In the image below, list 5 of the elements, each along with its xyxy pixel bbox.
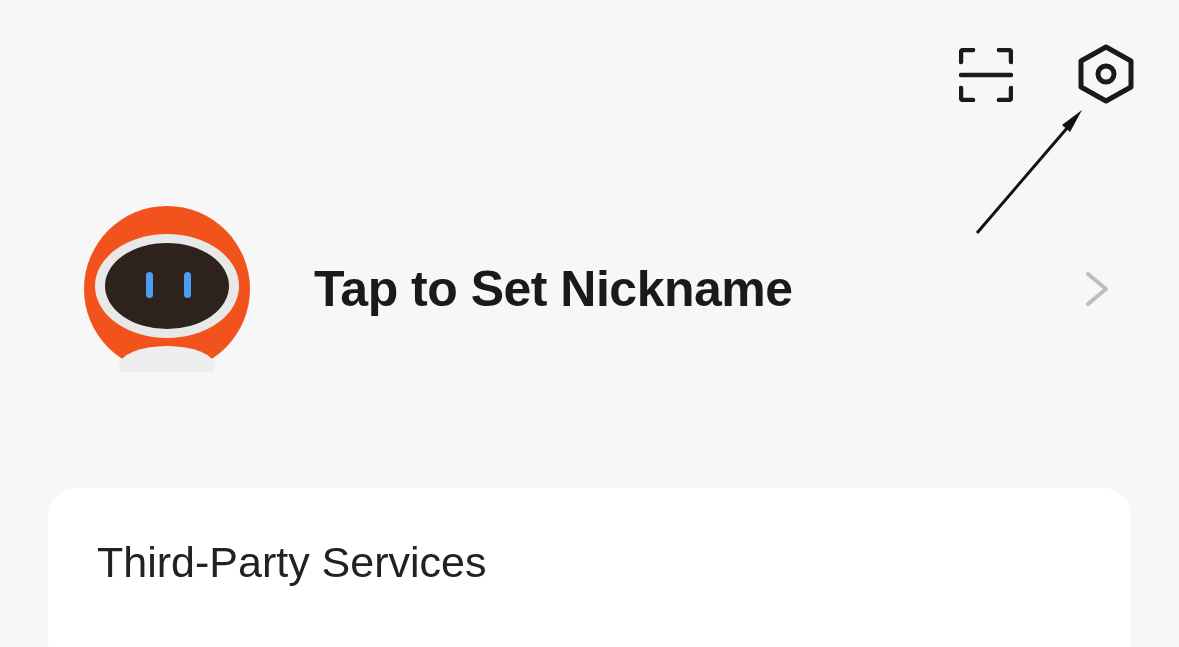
section-title[interactable]: Third-Party Services (97, 538, 487, 587)
robot-avatar[interactable] (84, 206, 250, 372)
scan-icon[interactable] (959, 48, 1013, 102)
settings-icon[interactable] (1077, 44, 1135, 104)
nickname[interactable]: Tap to Set Nickname (314, 260, 1084, 318)
